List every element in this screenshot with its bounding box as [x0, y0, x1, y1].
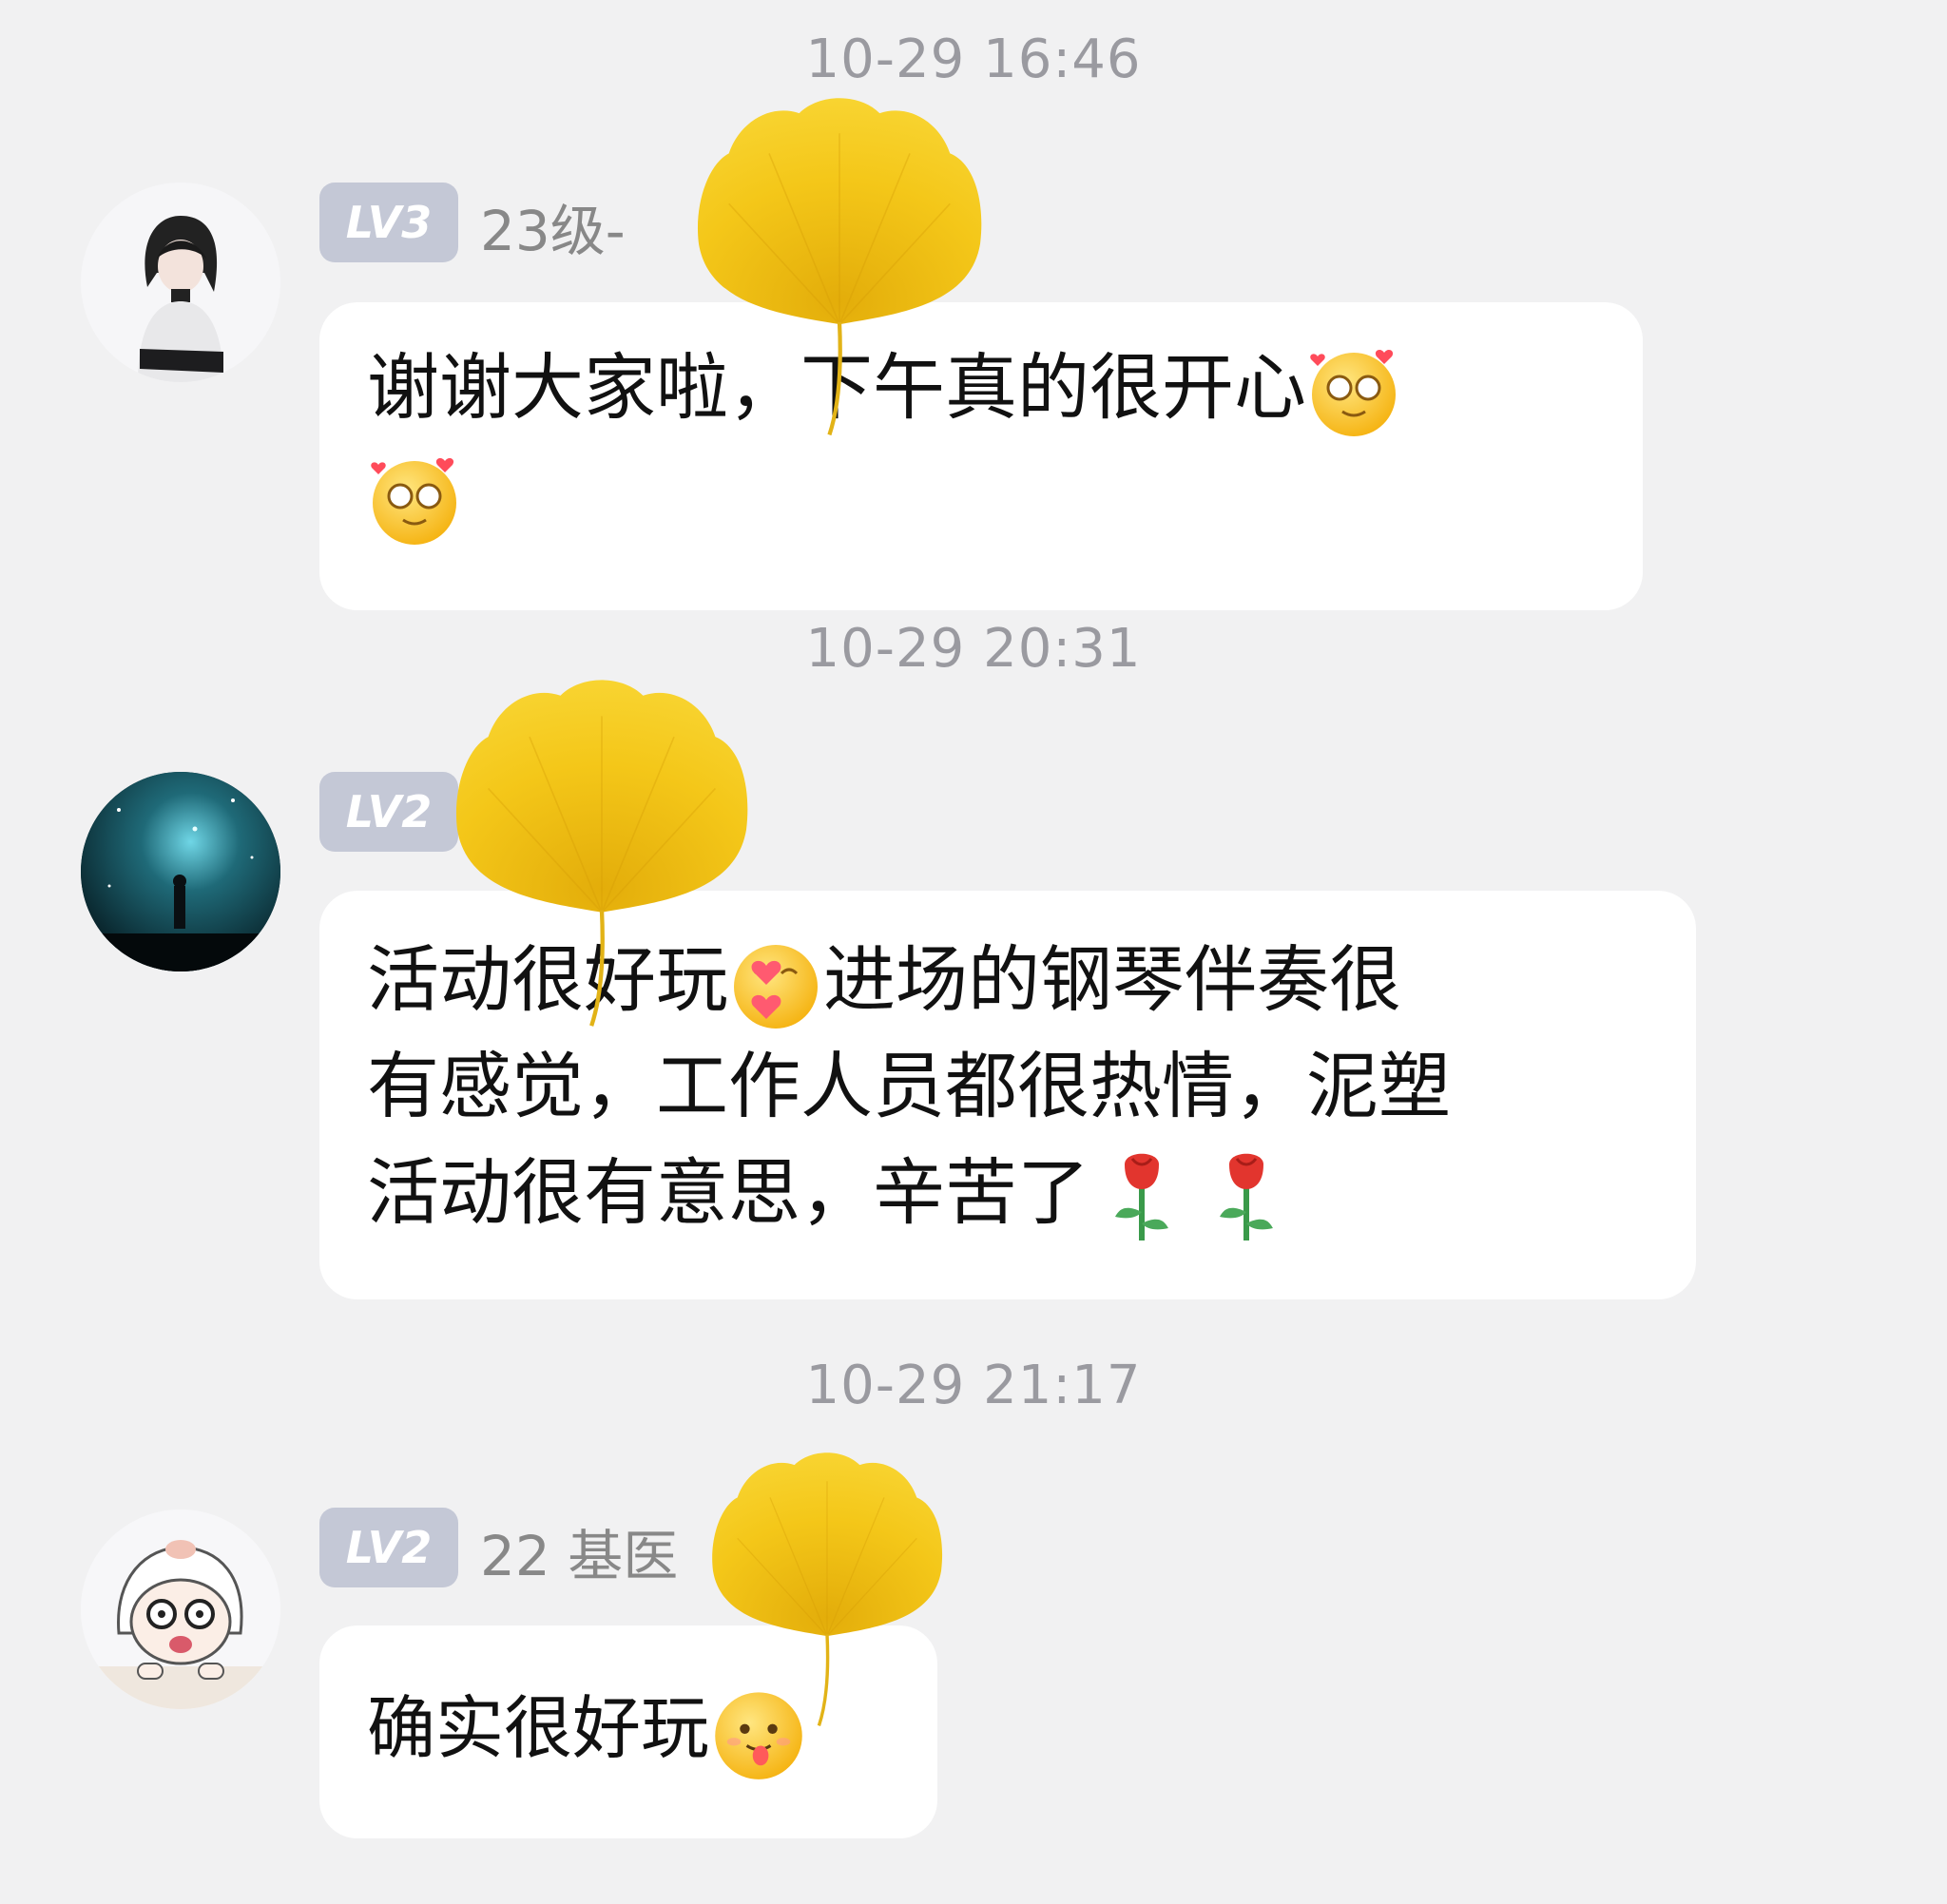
avatar[interactable] [81, 772, 280, 971]
message-text-line2 [367, 443, 462, 549]
timestamp: 10-29 16:46 [805, 29, 1142, 90]
sender-name[interactable]: 22 基医 [480, 1511, 678, 1591]
tongue-out-emoji-icon [715, 1692, 802, 1779]
level-badge: LV3 [319, 183, 458, 262]
avatar[interactable] [81, 183, 280, 382]
message-bubble[interactable]: 谢谢大家啦，下午真的很开心 [319, 302, 1643, 610]
message-bubble[interactable]: 活动很好玩 进场的钢琴伴奏很 有感觉，工作人员都很热情，泥塑 活动很有意思，辛苦了 [319, 891, 1696, 1299]
avatar-chibi-character-icon [81, 1510, 280, 1709]
avatar-starry-sky-icon [81, 772, 280, 971]
kiss-emoji-icon [734, 945, 818, 1029]
message-text-line2: 有感觉，工作人员都很热情，泥塑 [367, 1044, 1451, 1128]
timestamp: 10-29 21:17 [805, 1355, 1142, 1416]
rose-emoji-icon [1194, 1145, 1299, 1250]
message-text-line3: 活动很有意思，辛苦了 [367, 1140, 1299, 1250]
message-text: 活动很好玩 进场的钢琴伴奏很 [367, 927, 1401, 1033]
level-badge: LV2 [319, 772, 458, 852]
heart-eyes-emoji-icon [371, 458, 456, 545]
message-text: 谢谢大家啦，下午真的很开心 [367, 335, 1401, 441]
rose-emoji-icon [1089, 1145, 1194, 1250]
message-text: 确实很好玩 [367, 1675, 808, 1783]
avatar[interactable] [81, 1510, 280, 1709]
level-badge: LV2 [319, 1508, 458, 1587]
heart-eyes-emoji-icon [1310, 350, 1396, 436]
avatar-anime-girl-icon [81, 183, 280, 382]
timestamp: 10-29 20:31 [805, 618, 1142, 680]
sender-name[interactable]: 23级- [480, 186, 626, 266]
message-bubble[interactable]: 确实很好玩 [319, 1625, 937, 1838]
